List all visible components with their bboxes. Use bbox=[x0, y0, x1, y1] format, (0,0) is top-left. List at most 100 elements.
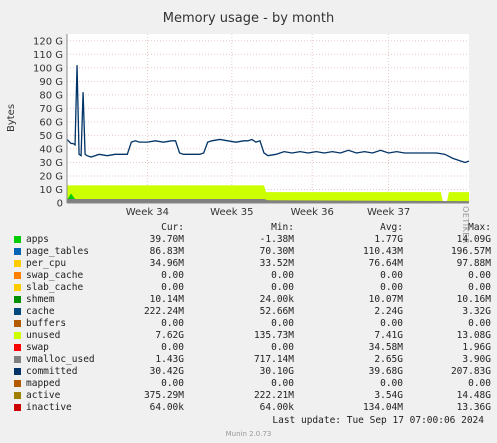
legend-min: 0.00 bbox=[271, 282, 294, 293]
legend-avg: 1.77G bbox=[374, 234, 403, 245]
y-tick-label: 20 G bbox=[39, 171, 63, 182]
legend-avg: 7.41G bbox=[374, 330, 403, 341]
y-tick-label: 80 G bbox=[39, 90, 63, 101]
legend-max: 97.88M bbox=[456, 258, 491, 269]
legend-swatch bbox=[14, 320, 21, 327]
legend-avg: 2.24G bbox=[374, 306, 403, 317]
legend-name: inactive bbox=[26, 402, 72, 413]
legend-cur: 0.00 bbox=[161, 378, 184, 389]
legend-avg: 0.00 bbox=[380, 270, 403, 281]
legend-cur: 39.70M bbox=[149, 234, 184, 245]
legend-row-per-cpu: per_cpu 34.96M 33.52M 76.64M 97.88M bbox=[14, 258, 491, 270]
legend-min: 0.00 bbox=[271, 378, 294, 389]
legend-header-cur: Cur: bbox=[161, 222, 184, 233]
legend-max: 13.08G bbox=[456, 330, 491, 341]
legend-max: 10.16M bbox=[456, 294, 491, 305]
y-tick-label: 90 G bbox=[39, 77, 63, 88]
legend-cur: 1.43G bbox=[155, 354, 184, 365]
legend-min: 52.66M bbox=[259, 306, 294, 317]
legend-min: 30.10G bbox=[259, 366, 294, 377]
legend-name: vmalloc_used bbox=[26, 354, 95, 365]
legend-cur: 222.24M bbox=[143, 306, 184, 317]
legend-min: 135.73M bbox=[253, 330, 294, 341]
legend-cur: 7.62G bbox=[155, 330, 184, 341]
legend-avg: 110.43M bbox=[362, 246, 403, 257]
plot-area bbox=[67, 34, 469, 203]
legend-avg: 34.58M bbox=[368, 342, 403, 353]
legend-swatch bbox=[14, 248, 21, 255]
legend-swatch bbox=[14, 272, 21, 279]
legend-name: per_cpu bbox=[26, 258, 67, 269]
legend-row-mapped: mapped 0.00 0.00 0.00 0.00 bbox=[14, 378, 491, 390]
legend: Cur: Min: Avg: Max: apps 39.70M -1.38M 1.77… bbox=[14, 222, 491, 414]
y-tick-labels: 0 10 G 20 G 30 G 40 G 50 G 60 G 70 G 80 G 90 G 100… bbox=[33, 36, 63, 209]
legend-min: 64.00k bbox=[259, 402, 294, 413]
legend-min: -1.38M bbox=[259, 234, 294, 245]
munin-version: Munin 2.0.73 bbox=[225, 430, 272, 438]
legend-max: 3.90G bbox=[462, 354, 491, 365]
legend-min: 0.00 bbox=[271, 342, 294, 353]
legend-cur: 375.29M bbox=[143, 390, 184, 401]
y-axis-label: Bytes bbox=[6, 104, 17, 132]
legend-cur: 0.00 bbox=[161, 342, 184, 353]
legend-row-apps: apps 39.70M -1.38M 1.77G 14.09G bbox=[14, 234, 491, 246]
legend-avg: 10.07M bbox=[368, 294, 403, 305]
legend-max: 0.00 bbox=[468, 318, 491, 329]
y-tick-label: 10 G bbox=[39, 185, 63, 196]
x-tick-label: Week 34 bbox=[126, 207, 169, 218]
legend-row-buffers: buffers 0.00 0.00 0.00 0.00 bbox=[14, 318, 491, 330]
legend-max: 14.09G bbox=[456, 234, 491, 245]
legend-row-unused: unused 7.62G 135.73M 7.41G 13.08G bbox=[14, 330, 491, 342]
x-tick-label: Week 35 bbox=[210, 207, 253, 218]
legend-name: mapped bbox=[26, 378, 61, 389]
legend-row-slab-cache: slab_cache 0.00 0.00 0.00 0.00 bbox=[14, 282, 491, 294]
legend-cur: 10.14M bbox=[149, 294, 184, 305]
legend-avg: 39.68G bbox=[368, 366, 403, 377]
legend-swatch bbox=[14, 236, 21, 243]
legend-swatch bbox=[14, 344, 21, 351]
legend-swatch bbox=[14, 296, 21, 303]
y-tick-label: 70 G bbox=[39, 104, 63, 115]
legend-header-min: Min: bbox=[271, 222, 294, 233]
y-tick-label: 60 G bbox=[39, 117, 63, 128]
legend-name: active bbox=[26, 390, 61, 401]
legend-avg: 0.00 bbox=[380, 378, 403, 389]
legend-max: 196.57M bbox=[450, 246, 491, 257]
y-tick-label: 100 G bbox=[33, 63, 63, 74]
legend-max: 0.00 bbox=[468, 282, 491, 293]
legend-avg: 0.00 bbox=[380, 282, 403, 293]
x-tick-label: Week 36 bbox=[291, 207, 334, 218]
legend-name: slab_cache bbox=[26, 282, 84, 293]
legend-header-max: Max: bbox=[468, 222, 491, 233]
y-tick-label: 0 bbox=[57, 199, 63, 210]
legend-swatch bbox=[14, 284, 21, 291]
legend-max: 3.32G bbox=[462, 306, 491, 317]
legend-swatch bbox=[14, 260, 21, 267]
legend-min: 717.14M bbox=[253, 354, 294, 365]
legend-cur: 30.42G bbox=[149, 366, 184, 377]
legend-swatch bbox=[14, 404, 21, 411]
legend-name: unused bbox=[26, 330, 61, 341]
legend-row-committed: committed 30.42G 30.10G 39.68G 207.83G bbox=[14, 366, 491, 378]
y-tick-label: 110 G bbox=[33, 50, 63, 61]
last-update: Last update: Tue Sep 17 07:00:06 2024 bbox=[272, 415, 484, 426]
legend-avg: 3.54G bbox=[374, 390, 403, 401]
legend-row-vmalloc-used: vmalloc_used 1.43G 717.14M 2.65G 3.90G bbox=[14, 354, 491, 366]
legend-row-active: active 375.29M 222.21M 3.54G 14.48G bbox=[14, 390, 491, 402]
legend-header: Cur: Min: Avg: Max: bbox=[14, 222, 491, 234]
legend-name: buffers bbox=[26, 318, 67, 329]
legend-cur: 64.00k bbox=[149, 402, 184, 413]
y-tick-label: 30 G bbox=[39, 158, 63, 169]
legend-swatch bbox=[14, 356, 21, 363]
legend-max: 14.48G bbox=[456, 390, 491, 401]
legend-name: swap_cache bbox=[26, 270, 84, 281]
legend-cur: 0.00 bbox=[161, 282, 184, 293]
legend-header-avg: Avg: bbox=[380, 222, 403, 233]
legend-swatch bbox=[14, 368, 21, 375]
x-tick-labels: Week 34 Week 35 Week 36 Week 37 bbox=[126, 207, 411, 218]
legend-name: page_tables bbox=[26, 246, 89, 257]
legend-row-swap-cache: swap_cache 0.00 0.00 0.00 0.00 bbox=[14, 270, 491, 282]
x-tick-label: Week 37 bbox=[367, 207, 410, 218]
legend-max: 0.00 bbox=[468, 270, 491, 281]
legend-min: 222.21M bbox=[253, 390, 294, 401]
